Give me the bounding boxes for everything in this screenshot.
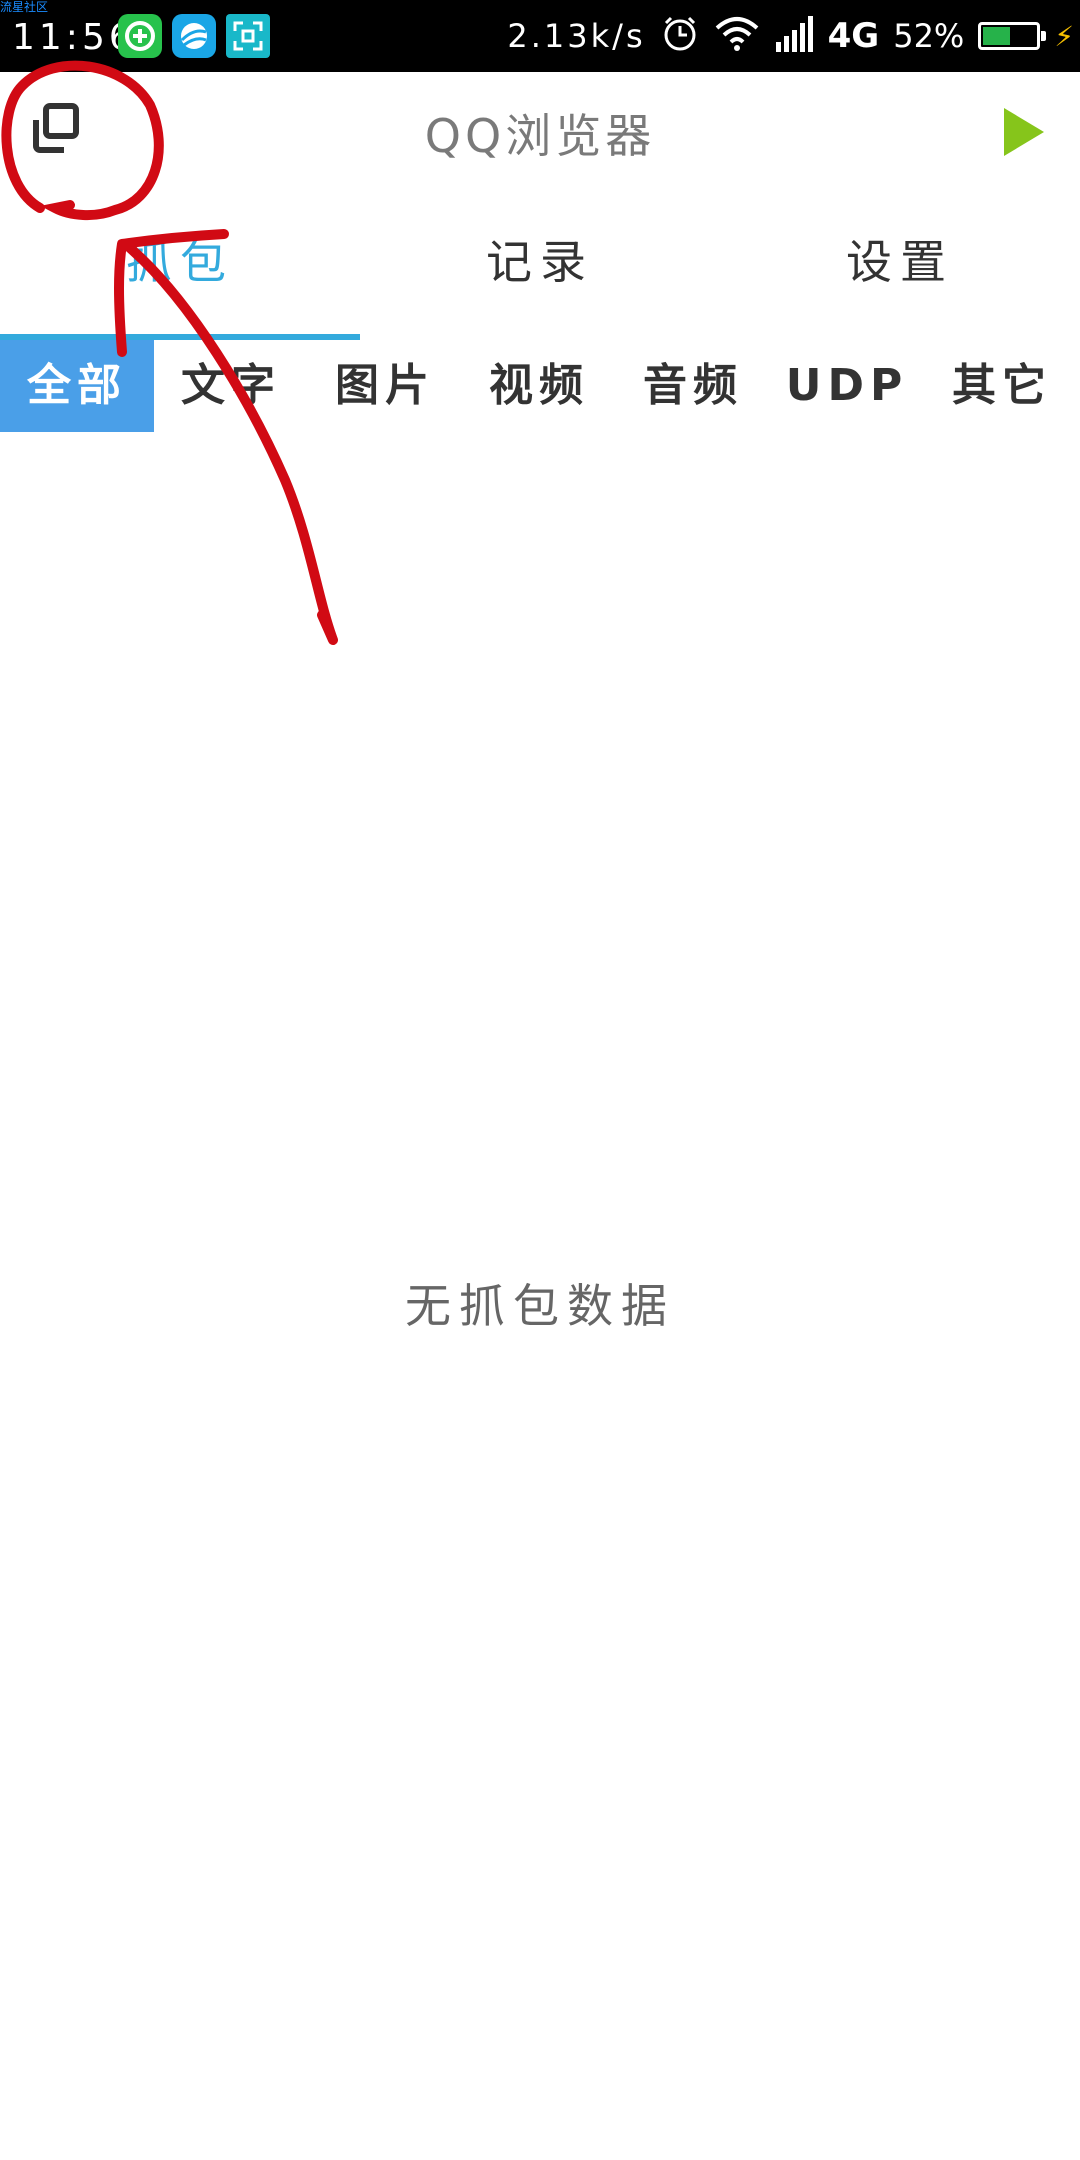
app-bar: QQ浏览器 <box>0 72 1080 196</box>
category-image[interactable]: 图片 <box>308 340 462 432</box>
app-root: 流星社区 11:56 2.13k/s 4G 52% ⚡ QQ浏览器 抓包 记录 … <box>0 0 1080 2160</box>
empty-state-text: 无抓包数据 <box>405 1279 675 1333</box>
charging-icon: ⚡ <box>1054 19 1074 53</box>
status-bar: 流星社区 11:56 2.13k/s 4G 52% ⚡ <box>0 0 1080 72</box>
network-speed: 2.13k/s <box>507 17 646 55</box>
battery-icon <box>978 22 1047 50</box>
wifi-icon <box>714 14 760 58</box>
category-audio[interactable]: 音频 <box>616 340 770 432</box>
main-tab-bar: 抓包 记录 设置 <box>0 196 1080 340</box>
scan-icon <box>226 14 270 58</box>
network-type: 4G <box>827 16 880 56</box>
category-other[interactable]: 其它 <box>924 340 1080 432</box>
page-title: QQ浏览器 <box>424 109 656 163</box>
battery-fill <box>983 27 1011 45</box>
planet-icon <box>172 14 216 58</box>
category-tab-bar: 全部 文字 图片 视频 音频 UDP 其它 <box>0 340 1080 432</box>
category-udp[interactable]: UDP <box>770 340 924 432</box>
signal-icon <box>774 14 814 58</box>
status-right-cluster: 2.13k/s 4G 52% ⚡ <box>507 0 1080 72</box>
category-all[interactable]: 全部 <box>0 340 154 432</box>
tab-records[interactable]: 记录 <box>360 226 720 292</box>
battery-percent: 52% <box>893 17 965 55</box>
add-circle-icon <box>118 14 162 58</box>
play-icon <box>1004 108 1044 156</box>
watermark-text: 流星社区 <box>0 0 49 14</box>
category-text[interactable]: 文字 <box>154 340 308 432</box>
tab-capture[interactable]: 抓包 <box>0 226 360 292</box>
alarm-icon <box>660 14 700 58</box>
category-video[interactable]: 视频 <box>462 340 616 432</box>
play-button[interactable] <box>996 104 1052 160</box>
tab-settings[interactable]: 设置 <box>720 226 1080 292</box>
